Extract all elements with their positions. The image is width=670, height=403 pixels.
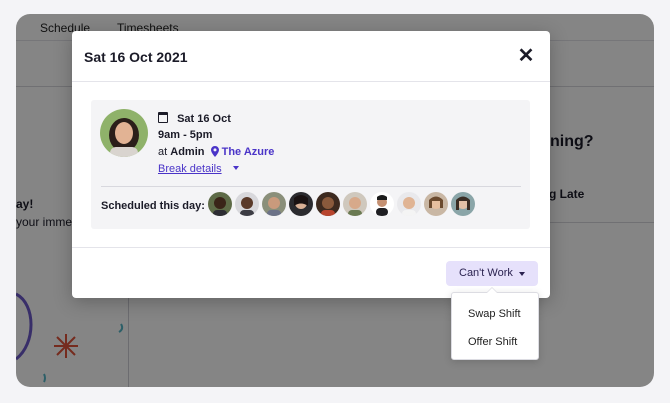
avatar [100,109,148,157]
modal-footer-divider [72,247,550,248]
card-divider [101,186,521,187]
scheduled-label: Scheduled this day: [101,200,205,212]
avatar[interactable] [235,192,259,216]
avatar[interactable] [424,192,448,216]
cant-work-dropdown: Swap Shift Offer Shift [451,287,539,360]
avatar[interactable] [370,192,394,216]
chevron-down-icon[interactable] [232,166,239,170]
menu-item-offer-shift[interactable]: Offer Shift [468,336,517,348]
avatar[interactable] [316,192,340,216]
break-details-link[interactable]: Break details [158,163,222,175]
cant-work-button[interactable]: Can't Work [446,261,538,286]
avatar[interactable] [262,192,286,216]
avatar[interactable] [208,192,232,216]
shift-date: Sat 16 Oct [177,113,231,125]
at-prefix: at [158,146,168,158]
avatar[interactable] [343,192,367,216]
avatar[interactable] [397,192,421,216]
shift-card: Sat 16 Oct 9am - 5pm at Admin The Azure … [91,100,530,229]
location-pin-icon [210,146,219,160]
close-icon[interactable]: ✕ [516,46,536,66]
avatar[interactable] [289,192,313,216]
shift-time: 9am - 5pm [158,129,213,141]
shift-location-row: at Admin The Azure [158,146,274,160]
calendar-icon [158,112,168,123]
shift-role: Admin [170,146,205,158]
modal-title: Sat 16 Oct 2021 [84,49,188,65]
cant-work-label: Can't Work [459,267,513,279]
shift-date-row: Sat 16 Oct [158,112,231,125]
menu-item-swap-shift[interactable]: Swap Shift [468,308,521,320]
avatar[interactable] [451,192,475,216]
shift-modal: Sat 16 Oct 2021 ✕ Sat 16 Oct 9am - 5pm a… [72,31,550,298]
shift-location-link[interactable]: The Azure [222,146,275,158]
chevron-down-icon [519,272,525,276]
modal-header-divider [72,81,550,82]
